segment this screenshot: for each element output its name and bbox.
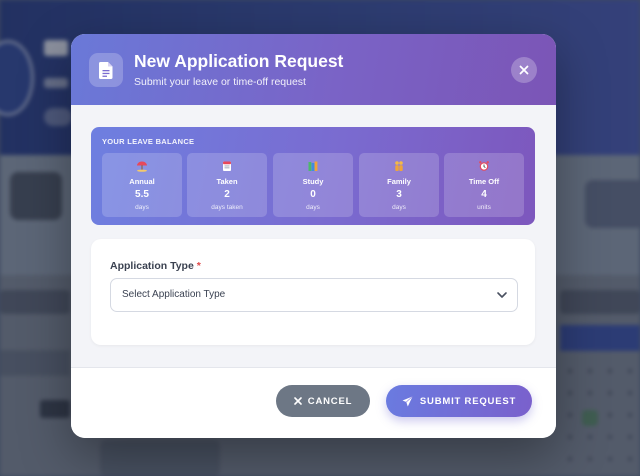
balance-name: Taken	[216, 177, 238, 186]
family-icon	[359, 160, 439, 172]
balance-name: Time Off	[468, 177, 500, 186]
modal-title: New Application Request	[134, 51, 344, 71]
calendar-icon	[187, 160, 267, 172]
balance-name: Study	[302, 177, 324, 186]
submit-request-button[interactable]: SUBMIT REQUEST	[386, 385, 532, 417]
application-type-selected-value: Select Application Type	[122, 289, 226, 300]
balance-name: Annual	[129, 177, 155, 186]
required-marker: *	[196, 260, 201, 272]
application-form-card: Application Type * Select Application Ty…	[91, 239, 535, 345]
send-icon	[402, 395, 413, 406]
balance-tile-taken: Taken 2 days taken	[187, 153, 267, 217]
balance-tile-annual: Annual 5.5 days	[102, 153, 182, 217]
balance-value: 0	[310, 189, 316, 200]
modal-body: YOUR LEAVE BALANCE Annual 5.5 days Taken…	[71, 105, 556, 367]
balance-unit: days taken	[211, 204, 243, 211]
leave-balance-panel: YOUR LEAVE BALANCE Annual 5.5 days Taken…	[91, 127, 535, 225]
leave-balance-label: YOUR LEAVE BALANCE	[102, 137, 195, 146]
chevron-down-icon	[497, 292, 507, 298]
balance-unit: days	[306, 204, 320, 211]
balance-value: 3	[396, 189, 402, 200]
document-icon	[89, 53, 123, 87]
balance-value: 5.5	[135, 189, 149, 200]
balance-tile-family: Family 3 days	[359, 153, 439, 217]
application-type-label-text: Application Type	[110, 260, 194, 272]
books-icon	[273, 160, 353, 172]
modal-header: New Application Request Submit your leav…	[71, 34, 556, 105]
alarm-clock-icon	[444, 160, 524, 172]
beach-icon	[102, 160, 182, 172]
application-type-label: Application Type *	[110, 260, 201, 272]
modal-footer: CANCEL SUBMIT REQUEST	[71, 368, 556, 438]
balance-unit: days	[392, 204, 406, 211]
submit-button-label: SUBMIT REQUEST	[419, 395, 517, 407]
balance-name: Family	[387, 177, 411, 186]
cancel-button[interactable]: CANCEL	[276, 385, 370, 417]
balance-unit: days	[135, 204, 149, 211]
close-button[interactable]	[511, 57, 537, 83]
balance-tile-study: Study 0 days	[273, 153, 353, 217]
cancel-button-label: CANCEL	[307, 395, 353, 407]
close-icon	[293, 397, 302, 405]
application-request-modal: New Application Request Submit your leav…	[71, 34, 556, 438]
balance-tile-time-off: Time Off 4 units	[444, 153, 524, 217]
balance-unit: units	[477, 204, 491, 211]
balance-value: 4	[481, 189, 487, 200]
modal-subtitle: Submit your leave or time-off request	[134, 76, 306, 88]
close-icon	[519, 65, 529, 75]
balance-value: 2	[224, 189, 230, 200]
application-type-select[interactable]: Select Application Type	[110, 278, 518, 312]
